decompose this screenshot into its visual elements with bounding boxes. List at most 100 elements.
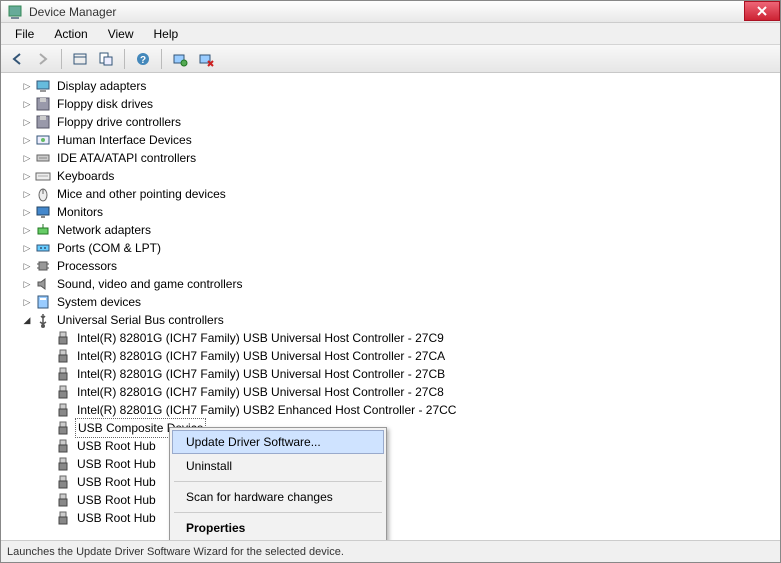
tree-node-category[interactable]: ▷ IDE ATA/ATAPI controllers <box>13 149 780 167</box>
tree-node-label: Ports (COM & LPT) <box>55 239 163 257</box>
tree-node-category[interactable]: ◢ Universal Serial Bus controllers <box>13 311 780 329</box>
toolbar-separator <box>161 49 162 69</box>
tree-node-label: Universal Serial Bus controllers <box>55 311 226 329</box>
expand-icon[interactable]: ▷ <box>21 134 33 146</box>
menu-view[interactable]: View <box>98 25 144 43</box>
expand-placeholder <box>41 368 53 380</box>
tree-node-category[interactable]: ▷Mice and other pointing devices <box>13 185 780 203</box>
menubar: File Action View Help <box>1 23 780 45</box>
close-button[interactable] <box>744 1 780 21</box>
sound-icon <box>35 276 51 292</box>
tree-node-label: Floppy drive controllers <box>55 113 183 131</box>
tree-node-device[interactable]: Intel(R) 82801G (ICH7 Family) USB2 Enhan… <box>13 401 780 419</box>
tree-node-device[interactable]: USB Root Hub <box>13 509 780 527</box>
tree-node-label: Display adapters <box>55 77 148 95</box>
tree-node-label: System devices <box>55 293 143 311</box>
show-hidden-button[interactable] <box>68 47 92 71</box>
context-menu-separator <box>174 481 382 482</box>
tree-node-device[interactable]: Intel(R) 82801G (ICH7 Family) USB Univer… <box>13 329 780 347</box>
tree-node-category[interactable]: ▷ Floppy drive controllers <box>13 113 780 131</box>
tree-node-device[interactable]: USB Root Hub <box>13 473 780 491</box>
tree-node-category[interactable]: ▷ Display adapters <box>13 77 780 95</box>
expand-icon[interactable]: ▷ <box>21 98 33 110</box>
cm-update-driver[interactable]: Update Driver Software... <box>172 430 384 454</box>
tree-node-device[interactable]: USB Root Hub <box>13 491 780 509</box>
tree-node-device[interactable]: Intel(R) 82801G (ICH7 Family) USB Univer… <box>13 347 780 365</box>
window-buttons <box>744 1 780 21</box>
expand-placeholder <box>41 350 53 362</box>
tree-node-category[interactable]: ▷ Monitors <box>13 203 780 221</box>
keyboard-icon <box>35 168 51 184</box>
toolbar-separator <box>124 49 125 69</box>
menu-help[interactable]: Help <box>144 25 189 43</box>
expand-placeholder <box>41 422 53 434</box>
expand-icon[interactable]: ▷ <box>21 296 33 308</box>
usb-device-icon <box>55 510 71 526</box>
toolbar: ? <box>1 45 780 73</box>
tree-node-category[interactable]: ▷Keyboards <box>13 167 780 185</box>
tree-node-category[interactable]: ▷Floppy disk drives <box>13 95 780 113</box>
expand-placeholder <box>41 458 53 470</box>
cm-uninstall[interactable]: Uninstall <box>172 454 384 478</box>
cm-properties[interactable]: Properties <box>172 516 384 540</box>
monitor-icon <box>35 204 51 220</box>
tree-node-label: USB Root Hub <box>75 509 158 527</box>
expand-placeholder <box>41 512 53 524</box>
uninstall-button[interactable] <box>194 47 218 71</box>
tree-node-device[interactable]: USB Root Hub <box>13 437 780 455</box>
usb-device-icon <box>55 492 71 508</box>
forward-button[interactable] <box>31 47 55 71</box>
cpu-icon <box>35 258 51 274</box>
tree-node-label: USB Root Hub <box>75 473 158 491</box>
expand-icon[interactable]: ▷ <box>21 116 33 128</box>
menu-action[interactable]: Action <box>44 25 97 43</box>
tree-node-label: Intel(R) 82801G (ICH7 Family) USB Univer… <box>75 329 446 347</box>
expand-icon[interactable]: ▷ <box>21 224 33 236</box>
usb-device-icon <box>55 384 71 400</box>
menu-file[interactable]: File <box>5 25 44 43</box>
tree-node-device[interactable]: Intel(R) 82801G (ICH7 Family) USB Univer… <box>13 383 780 401</box>
tree-node-category[interactable]: ▷ Ports (COM & LPT) <box>13 239 780 257</box>
display-icon <box>35 78 51 94</box>
expand-icon[interactable]: ▷ <box>21 152 33 164</box>
expand-placeholder <box>41 404 53 416</box>
floppy-icon <box>35 114 51 130</box>
expand-icon[interactable]: ▷ <box>21 242 33 254</box>
status-text: Launches the Update Driver Software Wiza… <box>7 546 344 558</box>
expand-icon[interactable]: ▷ <box>21 278 33 290</box>
tree-node-label: USB Root Hub <box>75 437 158 455</box>
toolbar-separator <box>61 49 62 69</box>
statusbar: Launches the Update Driver Software Wiza… <box>1 540 780 562</box>
hid-icon <box>35 132 51 148</box>
tree-node-category[interactable]: ▷ Processors <box>13 257 780 275</box>
usb-icon <box>35 312 51 328</box>
tree-node-device[interactable]: Intel(R) 82801G (ICH7 Family) USB Univer… <box>13 365 780 383</box>
tree-node-category[interactable]: ▷ System devices <box>13 293 780 311</box>
usb-device-icon <box>55 330 71 346</box>
tree-node-device[interactable]: USB Root Hub <box>13 455 780 473</box>
help-button[interactable]: ? <box>131 47 155 71</box>
collapse-icon[interactable]: ◢ <box>21 314 33 326</box>
device-tree[interactable]: ▷Display adapters▷Floppy disk drives▷Flo… <box>1 73 780 540</box>
expand-icon[interactable]: ▷ <box>21 80 33 92</box>
tree-node-device[interactable]: USB Composite Device <box>13 419 780 437</box>
cm-scan[interactable]: Scan for hardware changes <box>172 485 384 509</box>
usb-device-icon <box>55 366 71 382</box>
svg-text:?: ? <box>140 55 146 66</box>
tree-node-label: Processors <box>55 257 119 275</box>
tree-node-label: IDE ATA/ATAPI controllers <box>55 149 198 167</box>
expand-icon[interactable]: ▷ <box>21 170 33 182</box>
expand-icon[interactable]: ▷ <box>21 260 33 272</box>
tree-node-category[interactable]: ▷Sound, video and game controllers <box>13 275 780 293</box>
expand-icon[interactable]: ▷ <box>21 206 33 218</box>
scan-button[interactable] <box>168 47 192 71</box>
tree-node-category[interactable]: ▷Network adapters <box>13 221 780 239</box>
usb-device-icon <box>55 420 71 436</box>
expand-icon[interactable]: ▷ <box>21 188 33 200</box>
back-button[interactable] <box>5 47 29 71</box>
usb-device-icon <box>55 456 71 472</box>
tree-node-label: Monitors <box>55 203 105 221</box>
tree-node-category[interactable]: ▷Human Interface Devices <box>13 131 780 149</box>
tree-node-label: USB Root Hub <box>75 455 158 473</box>
properties-button[interactable] <box>94 47 118 71</box>
